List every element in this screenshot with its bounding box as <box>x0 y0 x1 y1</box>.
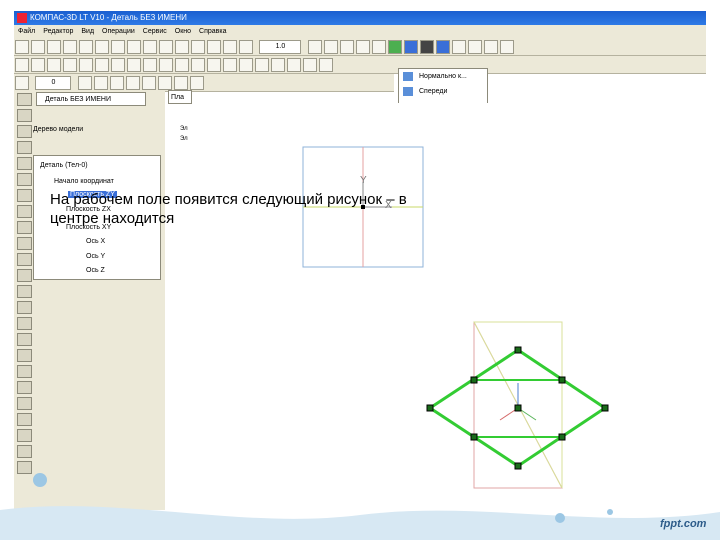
water-droplet <box>33 473 47 487</box>
caption-line-2: центре находится <box>50 210 175 227</box>
watermark: fppt.com <box>660 518 707 530</box>
water-decoration <box>0 473 720 540</box>
origin-handle[interactable] <box>514 404 522 412</box>
corner-handle[interactable] <box>426 404 434 412</box>
caption-line-1: На рабочем поле появится следующий рисун… <box>50 191 407 208</box>
axis-y-label: Y <box>360 175 367 186</box>
corner-handle[interactable] <box>558 376 566 384</box>
corner-handle[interactable] <box>514 346 522 354</box>
corner-handle[interactable] <box>470 376 478 384</box>
slide-caption: На рабочем поле появится следующий рисун… <box>50 190 630 228</box>
water-droplet <box>607 509 613 515</box>
water-droplet <box>555 513 565 523</box>
corner-handle[interactable] <box>601 404 609 412</box>
